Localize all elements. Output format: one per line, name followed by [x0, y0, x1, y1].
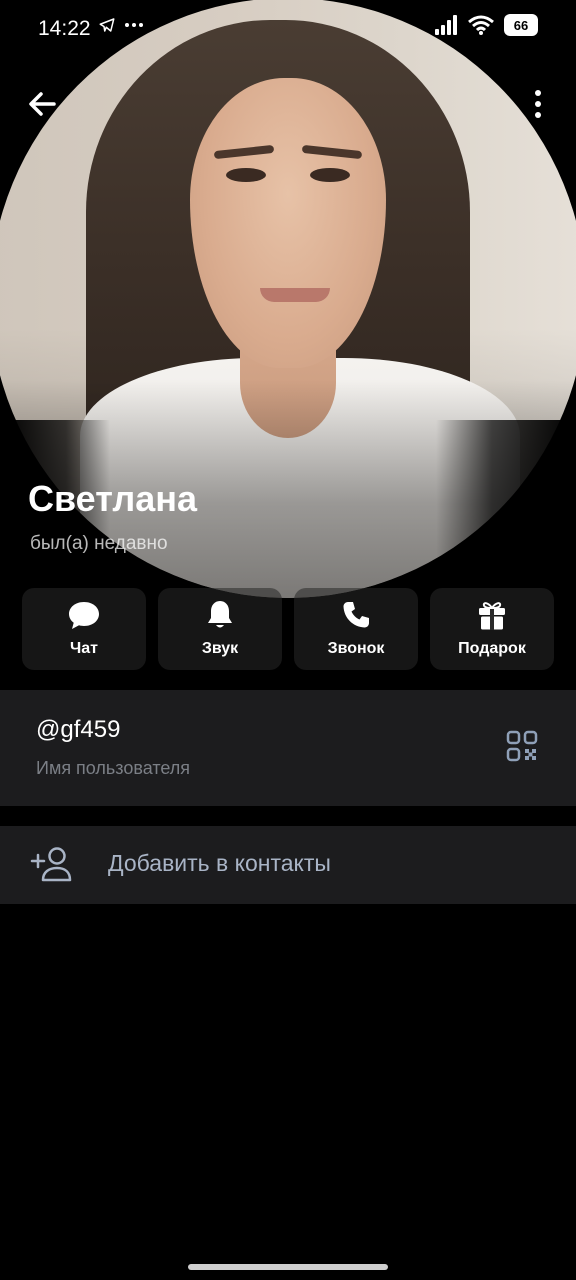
- last-seen-status: был(а) недавно: [30, 533, 168, 554]
- photo-eye-left: [226, 168, 266, 182]
- arrow-left-icon: [29, 92, 56, 116]
- phone-icon: [343, 602, 369, 628]
- status-time: 14:22: [38, 17, 91, 40]
- username-row[interactable]: @gf459 Имя пользователя: [0, 690, 576, 806]
- battery-icon: 66: [504, 14, 538, 36]
- add-person-icon: [30, 847, 72, 882]
- call-button[interactable]: Звонок: [294, 588, 418, 670]
- photo-eye-right: [310, 168, 350, 182]
- call-button-label: Звонок: [327, 640, 385, 657]
- chat-button[interactable]: Чат: [22, 588, 146, 670]
- more-dots-icon: [125, 23, 143, 27]
- wifi-icon: [468, 15, 494, 35]
- profile-screen: 14:22 66 Светлана был(а) недавно Чат Зву…: [0, 0, 576, 1280]
- chat-button-label: Чат: [70, 640, 98, 657]
- photo-mouth: [260, 288, 330, 302]
- sound-button[interactable]: Звук: [158, 588, 282, 670]
- gift-button[interactable]: Подарок: [430, 588, 554, 670]
- qr-code-button[interactable]: [506, 730, 538, 762]
- telegram-send-icon: [99, 18, 115, 32]
- bell-icon: [208, 601, 232, 628]
- add-contact-label: Добавить в контакты: [108, 850, 331, 876]
- battery-level: 66: [513, 17, 529, 33]
- add-contact-row[interactable]: Добавить в контакты: [0, 826, 576, 904]
- status-right-icons: 66: [434, 14, 538, 36]
- profile-name: Светлана: [28, 478, 198, 519]
- sound-button-label: Звук: [201, 640, 239, 657]
- qr-code-icon: [506, 730, 538, 762]
- more-menu-button[interactable]: [522, 86, 554, 122]
- vertical-dots-icon: [535, 90, 541, 118]
- action-bar: Чат Звук Звонок Подарок: [22, 588, 576, 672]
- back-button[interactable]: [24, 86, 60, 122]
- username-caption: Имя пользователя: [36, 758, 191, 778]
- home-indicator[interactable]: [188, 1264, 388, 1270]
- chat-bubble-icon: [69, 602, 99, 629]
- gift-icon: [479, 602, 505, 630]
- profile-header: [0, 0, 576, 690]
- gift-button-label: Подарок: [458, 640, 526, 657]
- status-left-icons: [98, 16, 144, 34]
- signal-icon: [435, 15, 457, 35]
- username-value: @gf459: [36, 716, 121, 743]
- status-bar: 14:22 66: [0, 0, 576, 56]
